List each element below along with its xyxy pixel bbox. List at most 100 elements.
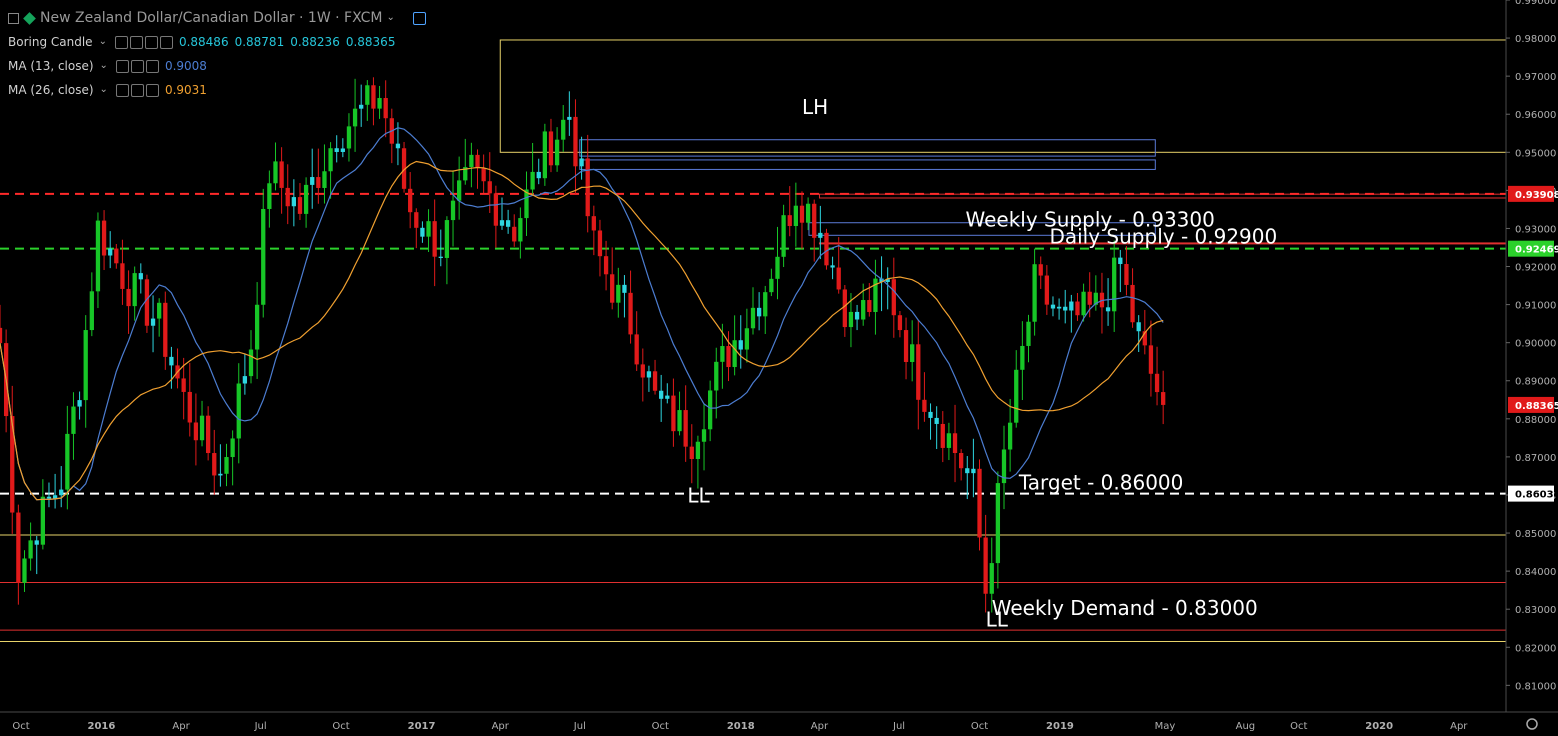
candle-body [71, 406, 76, 434]
candle-body [781, 215, 786, 257]
y-tick-label: 0.88000 [1515, 415, 1556, 426]
candle-body [181, 378, 186, 392]
candle-body [322, 171, 327, 188]
candle-body [530, 171, 535, 190]
candle-body [193, 422, 199, 441]
candle-body [567, 116, 572, 120]
candle-body [132, 273, 137, 307]
price-label: 0.92469 [1515, 245, 1558, 256]
zone-2 [579, 159, 1156, 170]
y-tick-label: 0.89000 [1515, 377, 1556, 388]
zone-1 [579, 139, 1156, 157]
candle-body [1105, 307, 1111, 312]
candle-body [812, 203, 817, 238]
eye-icon[interactable] [115, 83, 129, 97]
candle-body [965, 468, 970, 474]
x-tick-label: 2019 [1046, 721, 1074, 732]
gear-icon[interactable] [129, 35, 143, 49]
candle-body [22, 558, 27, 583]
eye-icon[interactable] [114, 35, 128, 49]
x-tick-label: Apr [1450, 721, 1468, 732]
candle-body [1148, 345, 1154, 374]
candlestick-chart[interactable]: LHLLLLWeekly Supply - 0.93300Daily Suppl… [0, 0, 1558, 736]
candle-study-name[interactable]: Boring Candle [8, 30, 93, 54]
candle-body [242, 376, 248, 384]
x-tick-label: Apr [811, 721, 829, 732]
candle-body [59, 489, 64, 496]
candle-body [1038, 264, 1043, 276]
y-tick-label: 0.98000 [1515, 34, 1556, 45]
candle-body [150, 318, 156, 326]
candle-body [1087, 291, 1092, 305]
candle-body [799, 205, 805, 223]
study-buttons[interactable] [114, 35, 173, 49]
braces-icon[interactable] [144, 35, 158, 49]
candle-body [1020, 345, 1025, 370]
candle-body [395, 143, 401, 149]
candle-body [157, 302, 162, 319]
x-tick-label: 2017 [408, 721, 436, 732]
candle-body [1075, 301, 1080, 316]
candle-body [787, 215, 792, 227]
study-buttons[interactable] [115, 59, 159, 73]
candle-body [897, 315, 903, 331]
chevron-down-icon[interactable]: ⌄ [387, 6, 395, 30]
candle-body [554, 139, 560, 166]
candle-body [420, 227, 425, 237]
legend-ma26-row: MA (26, close) ⌄ 0.9031 [8, 78, 426, 102]
study-buttons[interactable] [115, 83, 159, 97]
candle-body [652, 371, 658, 391]
y-tick-label: 0.91000 [1515, 301, 1556, 312]
x-tick-label: 2018 [727, 721, 755, 732]
candle-body [206, 415, 211, 454]
chevron-down-icon[interactable]: ⌄ [99, 30, 107, 54]
y-tick-label: 0.96000 [1515, 110, 1556, 121]
gear-icon[interactable] [130, 83, 144, 97]
candle-body [89, 291, 94, 331]
candle-body [114, 248, 119, 264]
x-tick-label: Jul [254, 721, 267, 732]
candle-body [261, 208, 266, 305]
candle-body [646, 371, 652, 378]
candle-body [279, 161, 284, 188]
symbol-title[interactable]: New Zealand Dollar/Canadian Dollar · 1W … [40, 6, 383, 30]
x-tick-label: Oct [971, 721, 988, 732]
close-icon[interactable] [145, 59, 159, 73]
eye-icon[interactable] [115, 59, 129, 73]
candle-body [267, 183, 272, 209]
candle-body [665, 395, 670, 399]
candle-body [573, 116, 578, 167]
chevron-down-icon[interactable]: ⌄ [100, 78, 108, 102]
candle-body [750, 307, 756, 329]
candle-body [769, 278, 774, 293]
ma13-name[interactable]: MA (13, close) [8, 54, 94, 78]
candle-body [230, 438, 235, 458]
candle-close: 0.88365 [345, 35, 396, 49]
candle-body [818, 232, 823, 238]
gear-icon[interactable] [130, 59, 144, 73]
candle-body [346, 126, 352, 149]
candle-body [928, 411, 933, 418]
collapse-icon[interactable] [8, 12, 19, 24]
chevron-down-icon[interactable]: ⌄ [100, 54, 108, 78]
symbol-title-row[interactable]: New Zealand Dollar/Canadian Dollar · 1W … [8, 6, 426, 30]
candle-body [187, 391, 192, 423]
x-tick-label: Jul [573, 721, 586, 732]
candle-body [469, 154, 474, 168]
candle-body [579, 158, 584, 167]
candle-body [977, 468, 982, 538]
candle-body [444, 220, 450, 258]
candle-body [934, 417, 939, 424]
close-icon[interactable] [159, 35, 173, 49]
candle-body [0, 327, 3, 344]
candle-body [640, 364, 645, 378]
ma26-name[interactable]: MA (26, close) [8, 78, 94, 102]
candle-body [328, 148, 333, 172]
x-tick-label: Jul [892, 721, 905, 732]
candle-body [310, 177, 315, 185]
candle-body [1050, 304, 1056, 309]
candle-body [561, 119, 566, 140]
visibility-icon[interactable] [412, 11, 426, 25]
annotation-label: LL [687, 484, 710, 508]
close-icon[interactable] [145, 83, 159, 97]
